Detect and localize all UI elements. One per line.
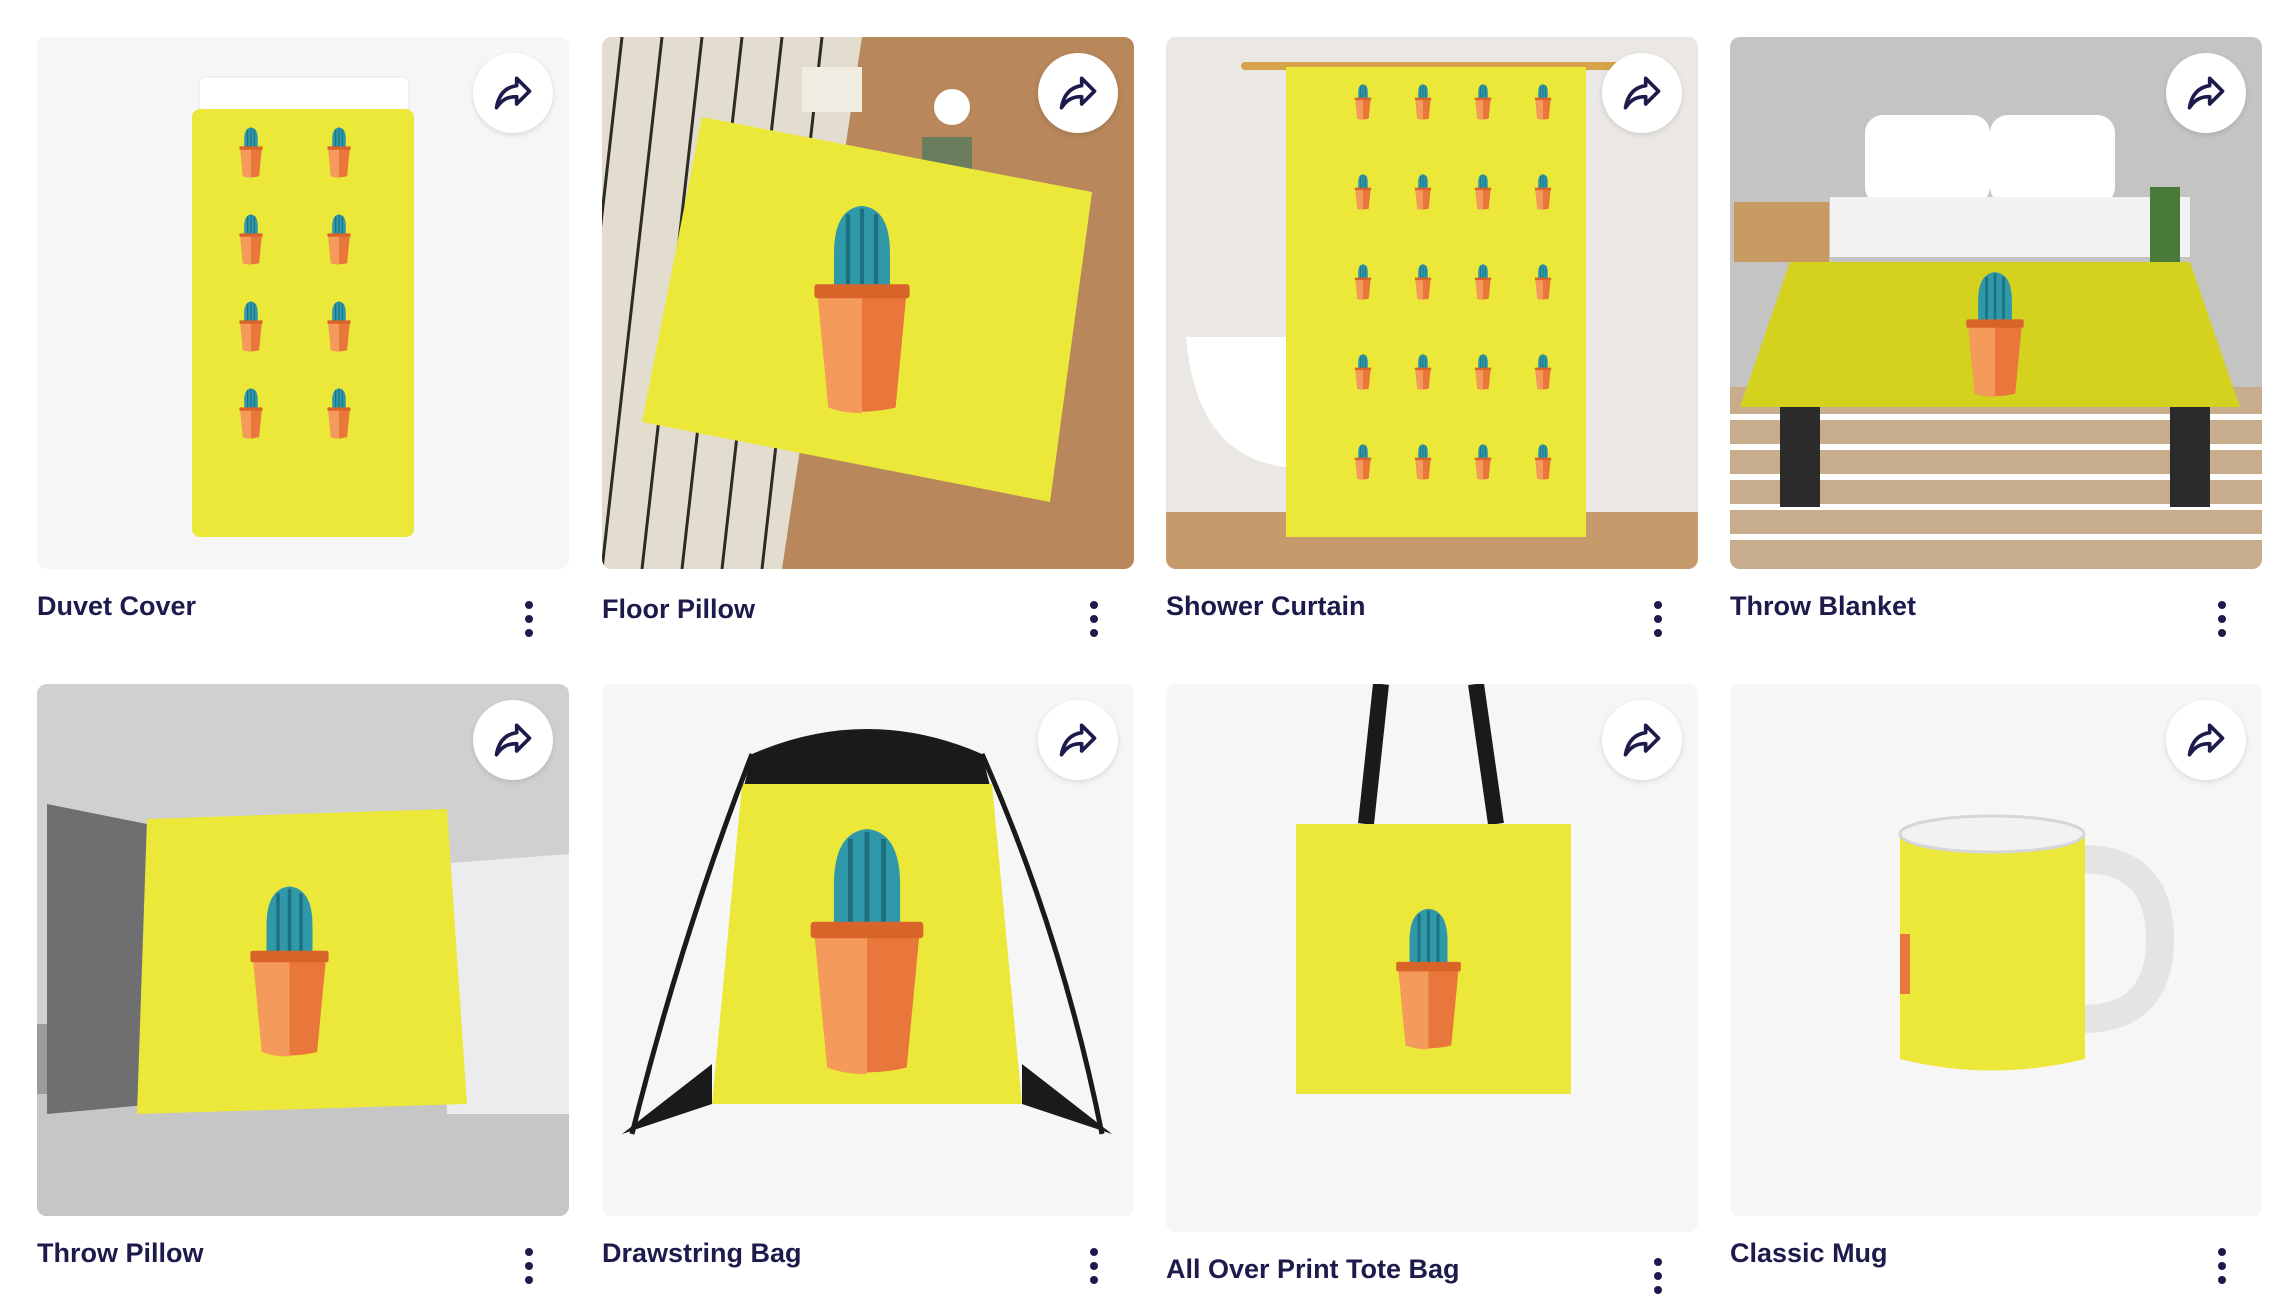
share-arrow-icon xyxy=(491,71,535,115)
more-vertical-icon xyxy=(1090,1248,1098,1256)
share-arrow-icon xyxy=(1056,71,1100,115)
more-options-button[interactable] xyxy=(2204,1240,2240,1292)
more-vertical-icon xyxy=(1654,601,1662,609)
more-options-button[interactable] xyxy=(1076,593,1112,645)
more-options-button[interactable] xyxy=(1640,593,1676,645)
more-options-button[interactable] xyxy=(511,593,547,645)
share-arrow-icon xyxy=(2184,718,2228,762)
more-options-button[interactable] xyxy=(2204,593,2240,645)
share-button[interactable] xyxy=(1602,700,1682,780)
share-button[interactable] xyxy=(2166,53,2246,133)
product-title[interactable]: Drawstring Bag xyxy=(602,1238,802,1269)
product-title[interactable]: Throw Blanket xyxy=(1730,591,1916,622)
share-button[interactable] xyxy=(473,53,553,133)
share-button[interactable] xyxy=(473,700,553,780)
share-button[interactable] xyxy=(1038,53,1118,133)
more-options-button[interactable] xyxy=(1076,1240,1112,1292)
more-vertical-icon xyxy=(2218,601,2226,609)
product-title[interactable]: Throw Pillow xyxy=(37,1238,204,1269)
more-vertical-icon xyxy=(2218,1248,2226,1256)
share-button[interactable] xyxy=(1038,700,1118,780)
share-arrow-icon xyxy=(1056,718,1100,762)
share-button[interactable] xyxy=(1602,53,1682,133)
product-title[interactable]: Shower Curtain xyxy=(1166,591,1366,622)
more-options-button[interactable] xyxy=(511,1240,547,1292)
more-vertical-icon xyxy=(1090,601,1098,609)
product-title[interactable]: Floor Pillow xyxy=(602,594,755,625)
more-vertical-icon xyxy=(525,601,533,609)
share-arrow-icon xyxy=(491,718,535,762)
more-options-button[interactable] xyxy=(1640,1250,1676,1302)
share-button[interactable] xyxy=(2166,700,2246,780)
product-title[interactable]: All Over Print Tote Bag xyxy=(1166,1254,1460,1285)
product-title[interactable]: Duvet Cover xyxy=(37,591,196,622)
product-title[interactable]: Classic Mug xyxy=(1730,1238,1888,1269)
share-arrow-icon xyxy=(1620,718,1664,762)
share-arrow-icon xyxy=(1620,71,1664,115)
more-vertical-icon xyxy=(525,1248,533,1256)
share-arrow-icon xyxy=(2184,71,2228,115)
more-vertical-icon xyxy=(1654,1258,1662,1266)
